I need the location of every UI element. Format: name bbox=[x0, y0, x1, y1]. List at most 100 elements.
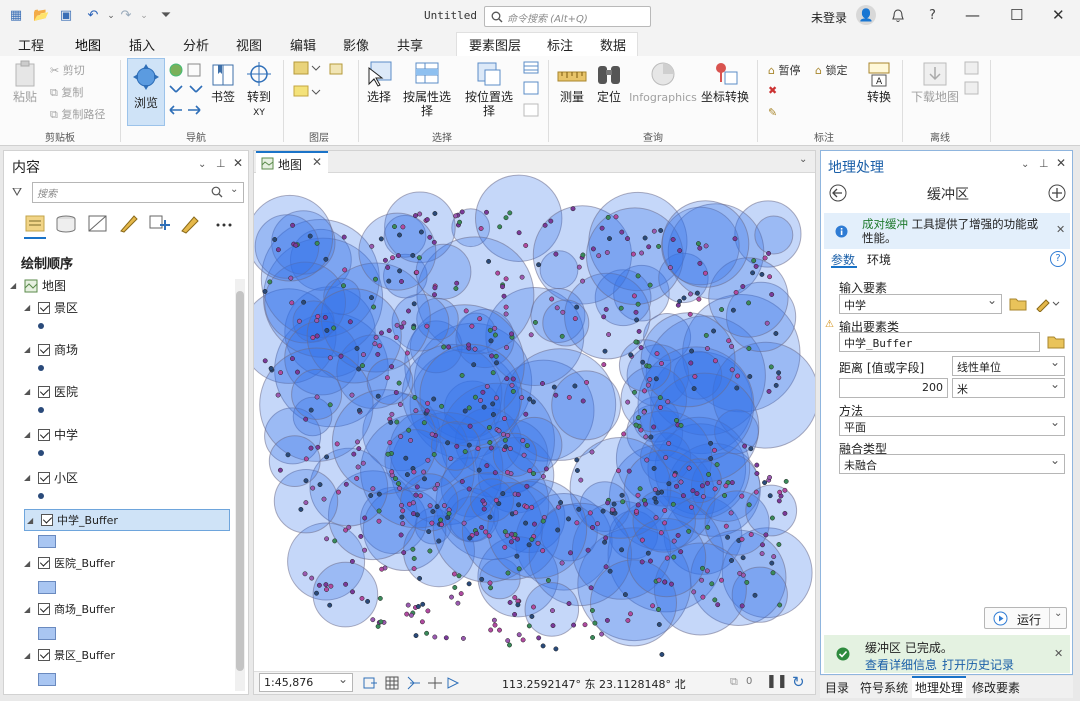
layer-visibility-checkbox[interactable] bbox=[38, 471, 50, 484]
contents-search-input[interactable]: 搜索 ⌄ bbox=[32, 182, 244, 203]
expand-caret-icon[interactable]: ◢ bbox=[24, 387, 34, 396]
tab-geoprocessing[interactable]: 地理处理 bbox=[912, 676, 966, 698]
select-button[interactable]: 选择 bbox=[362, 60, 396, 104]
selection-small-tools-icon[interactable] bbox=[522, 60, 540, 124]
map-canvas[interactable] bbox=[254, 173, 815, 670]
offline-small-tools-icon[interactable] bbox=[963, 60, 981, 100]
tab-labeling[interactable]: 标注 bbox=[547, 35, 573, 54]
clear-labels-icon[interactable]: ✖ bbox=[768, 84, 777, 97]
copy-path-button[interactable]: ⧉ 复制路径 bbox=[50, 106, 105, 122]
layer-visibility-checkbox[interactable] bbox=[38, 301, 50, 314]
layer-visibility-checkbox[interactable] bbox=[38, 385, 50, 398]
infographics-button[interactable]: Infographics bbox=[627, 60, 699, 105]
output-feature-class-field[interactable]: 中学_Buffer bbox=[839, 332, 1040, 352]
expand-caret-icon[interactable]: ◢ bbox=[24, 430, 34, 439]
maximize-icon[interactable]: ☐ bbox=[1010, 6, 1023, 24]
layer-item[interactable]: ◢ 商场 bbox=[24, 341, 78, 358]
map-root-item[interactable]: ◢ 地图 bbox=[10, 277, 66, 294]
layer-visibility-checkbox[interactable] bbox=[41, 514, 53, 526]
layer-item[interactable]: ◢ 商场_Buffer bbox=[24, 601, 115, 617]
user-avatar-icon[interactable]: 👤 bbox=[856, 5, 876, 25]
undo-dropdown-icon[interactable]: ⌄ bbox=[103, 8, 119, 24]
tab-imagery[interactable]: 影像 bbox=[343, 35, 369, 54]
paste-button[interactable]: 粘贴 bbox=[8, 60, 42, 104]
edit-pencil-icon[interactable] bbox=[1035, 296, 1061, 312]
close-tab-icon[interactable]: ✕ bbox=[312, 155, 322, 169]
help-button[interactable]: ? bbox=[929, 8, 936, 23]
input-features-field[interactable]: 中学 bbox=[839, 293, 1002, 314]
convert-coordinates-button[interactable]: 坐标转换 bbox=[700, 60, 750, 104]
map-tab[interactable]: 地图 ✕ bbox=[256, 151, 328, 173]
bookmarks-button[interactable]: 书签 bbox=[206, 60, 240, 104]
tab-project[interactable]: 工程 bbox=[18, 35, 44, 54]
close-pane-icon[interactable]: ✕ bbox=[233, 156, 243, 170]
map-status-tools[interactable] bbox=[362, 675, 460, 691]
new-project-icon[interactable]: ▦ bbox=[8, 8, 24, 24]
distance-type-select[interactable]: 线性单位 bbox=[952, 355, 1065, 376]
contents-view-toolbar[interactable] bbox=[24, 213, 234, 235]
customize-qat-icon[interactable]: ⏷ bbox=[158, 8, 174, 24]
measure-button[interactable]: 测量 bbox=[555, 60, 589, 104]
redo-dropdown-icon[interactable]: ⌄ bbox=[136, 8, 152, 24]
select-by-attributes-button[interactable]: 按属性选择 bbox=[398, 60, 456, 118]
pane-options-icon[interactable]: ⌄ bbox=[1021, 159, 1029, 170]
expand-caret-icon[interactable]: ◢ bbox=[24, 651, 34, 660]
run-button[interactable]: 运行 ⌄ bbox=[984, 607, 1067, 629]
browse-folder-icon[interactable] bbox=[1009, 296, 1027, 312]
close-pane-icon[interactable]: ✕ bbox=[1056, 156, 1066, 170]
back-arrow-icon[interactable] bbox=[829, 184, 847, 202]
close-window-icon[interactable]: ✕ bbox=[1052, 6, 1065, 24]
tab-symbology[interactable]: 符号系统 bbox=[860, 679, 908, 696]
distance-value-input[interactable]: 200 bbox=[839, 378, 948, 398]
tab-catalog[interactable]: 目录 bbox=[825, 679, 849, 696]
layer-item[interactable]: ◢ 中学 bbox=[24, 426, 78, 443]
label-options-icon[interactable]: ✎ bbox=[768, 106, 777, 119]
refresh-icon[interactable]: ↻ bbox=[792, 673, 805, 691]
expand-caret-icon[interactable]: ◢ bbox=[24, 303, 34, 312]
layer-item[interactable]: ◢ 医院_Buffer bbox=[24, 555, 115, 571]
expand-caret-icon[interactable]: ◢ bbox=[24, 345, 34, 354]
convert-labels-button[interactable]: A 转换 bbox=[862, 60, 896, 104]
expand-caret-icon[interactable]: ◢ bbox=[27, 516, 37, 525]
copy-button[interactable]: ⧉ 复制 bbox=[50, 84, 83, 100]
layer-item[interactable]: ◢ 景区 bbox=[24, 299, 78, 316]
pin-icon[interactable]: ⊥ bbox=[1039, 157, 1049, 170]
zoom-tools-icon[interactable] bbox=[166, 60, 206, 120]
layer-item[interactable]: ◢ 中学_Buffer bbox=[24, 509, 230, 531]
layer-visibility-checkbox[interactable] bbox=[38, 649, 50, 661]
locate-button[interactable]: 定位 bbox=[592, 60, 626, 104]
layer-item[interactable]: ◢ 小区 bbox=[24, 469, 78, 486]
layer-visibility-checkbox[interactable] bbox=[38, 343, 50, 356]
dissolve-type-select[interactable]: 未融合 bbox=[839, 453, 1065, 474]
pin-icon[interactable]: ⊥ bbox=[216, 157, 226, 170]
download-map-button[interactable]: 下载地图 bbox=[910, 60, 960, 104]
tab-map[interactable]: 地图 bbox=[75, 35, 102, 58]
explore-button[interactable]: 浏览 bbox=[127, 58, 165, 126]
open-folder-icon[interactable]: 📂 bbox=[33, 8, 49, 24]
coordinate-format-icon[interactable]: ⌄ bbox=[679, 674, 687, 685]
pause-labels-button[interactable]: ⌂ 暂停 bbox=[768, 62, 800, 78]
pause-drawing-icon[interactable]: ❚❚ bbox=[766, 674, 788, 689]
layer-visibility-checkbox[interactable] bbox=[38, 557, 50, 569]
tab-data[interactable]: 数据 bbox=[600, 35, 626, 54]
save-icon[interactable]: ▣ bbox=[58, 8, 74, 24]
redo-icon[interactable]: ↷ bbox=[118, 8, 134, 24]
distance-unit-select[interactable]: 米 bbox=[952, 377, 1065, 398]
minimize-icon[interactable]: — bbox=[965, 6, 980, 24]
layer-item[interactable]: ◢ 医院 bbox=[24, 383, 78, 400]
lock-labels-button[interactable]: ⌂ 锁定 bbox=[815, 62, 847, 78]
tab-view[interactable]: 视图 bbox=[236, 35, 262, 54]
scrollbar-thumb[interactable] bbox=[236, 291, 244, 671]
view-details-link[interactable]: 查看详细信息 bbox=[865, 656, 937, 673]
select-by-location-button[interactable]: 按位置选择 bbox=[460, 60, 518, 118]
tab-overflow-icon[interactable]: ⌄ bbox=[799, 154, 807, 165]
tab-feature-layer[interactable]: 要素图层 bbox=[469, 35, 521, 54]
notification-bell-icon[interactable] bbox=[890, 8, 906, 24]
filter-icon[interactable]: ⛛ bbox=[12, 185, 22, 200]
layer-visibility-checkbox[interactable] bbox=[38, 428, 50, 441]
scale-selector[interactable]: 1:45,876 bbox=[259, 672, 353, 692]
pairwise-buffer-link[interactable]: 成对缓冲 bbox=[862, 217, 908, 231]
contents-scrollbar[interactable] bbox=[235, 279, 245, 691]
layer-item[interactable]: ◢ 景区_Buffer bbox=[24, 647, 115, 663]
add-icon[interactable] bbox=[1048, 184, 1066, 202]
